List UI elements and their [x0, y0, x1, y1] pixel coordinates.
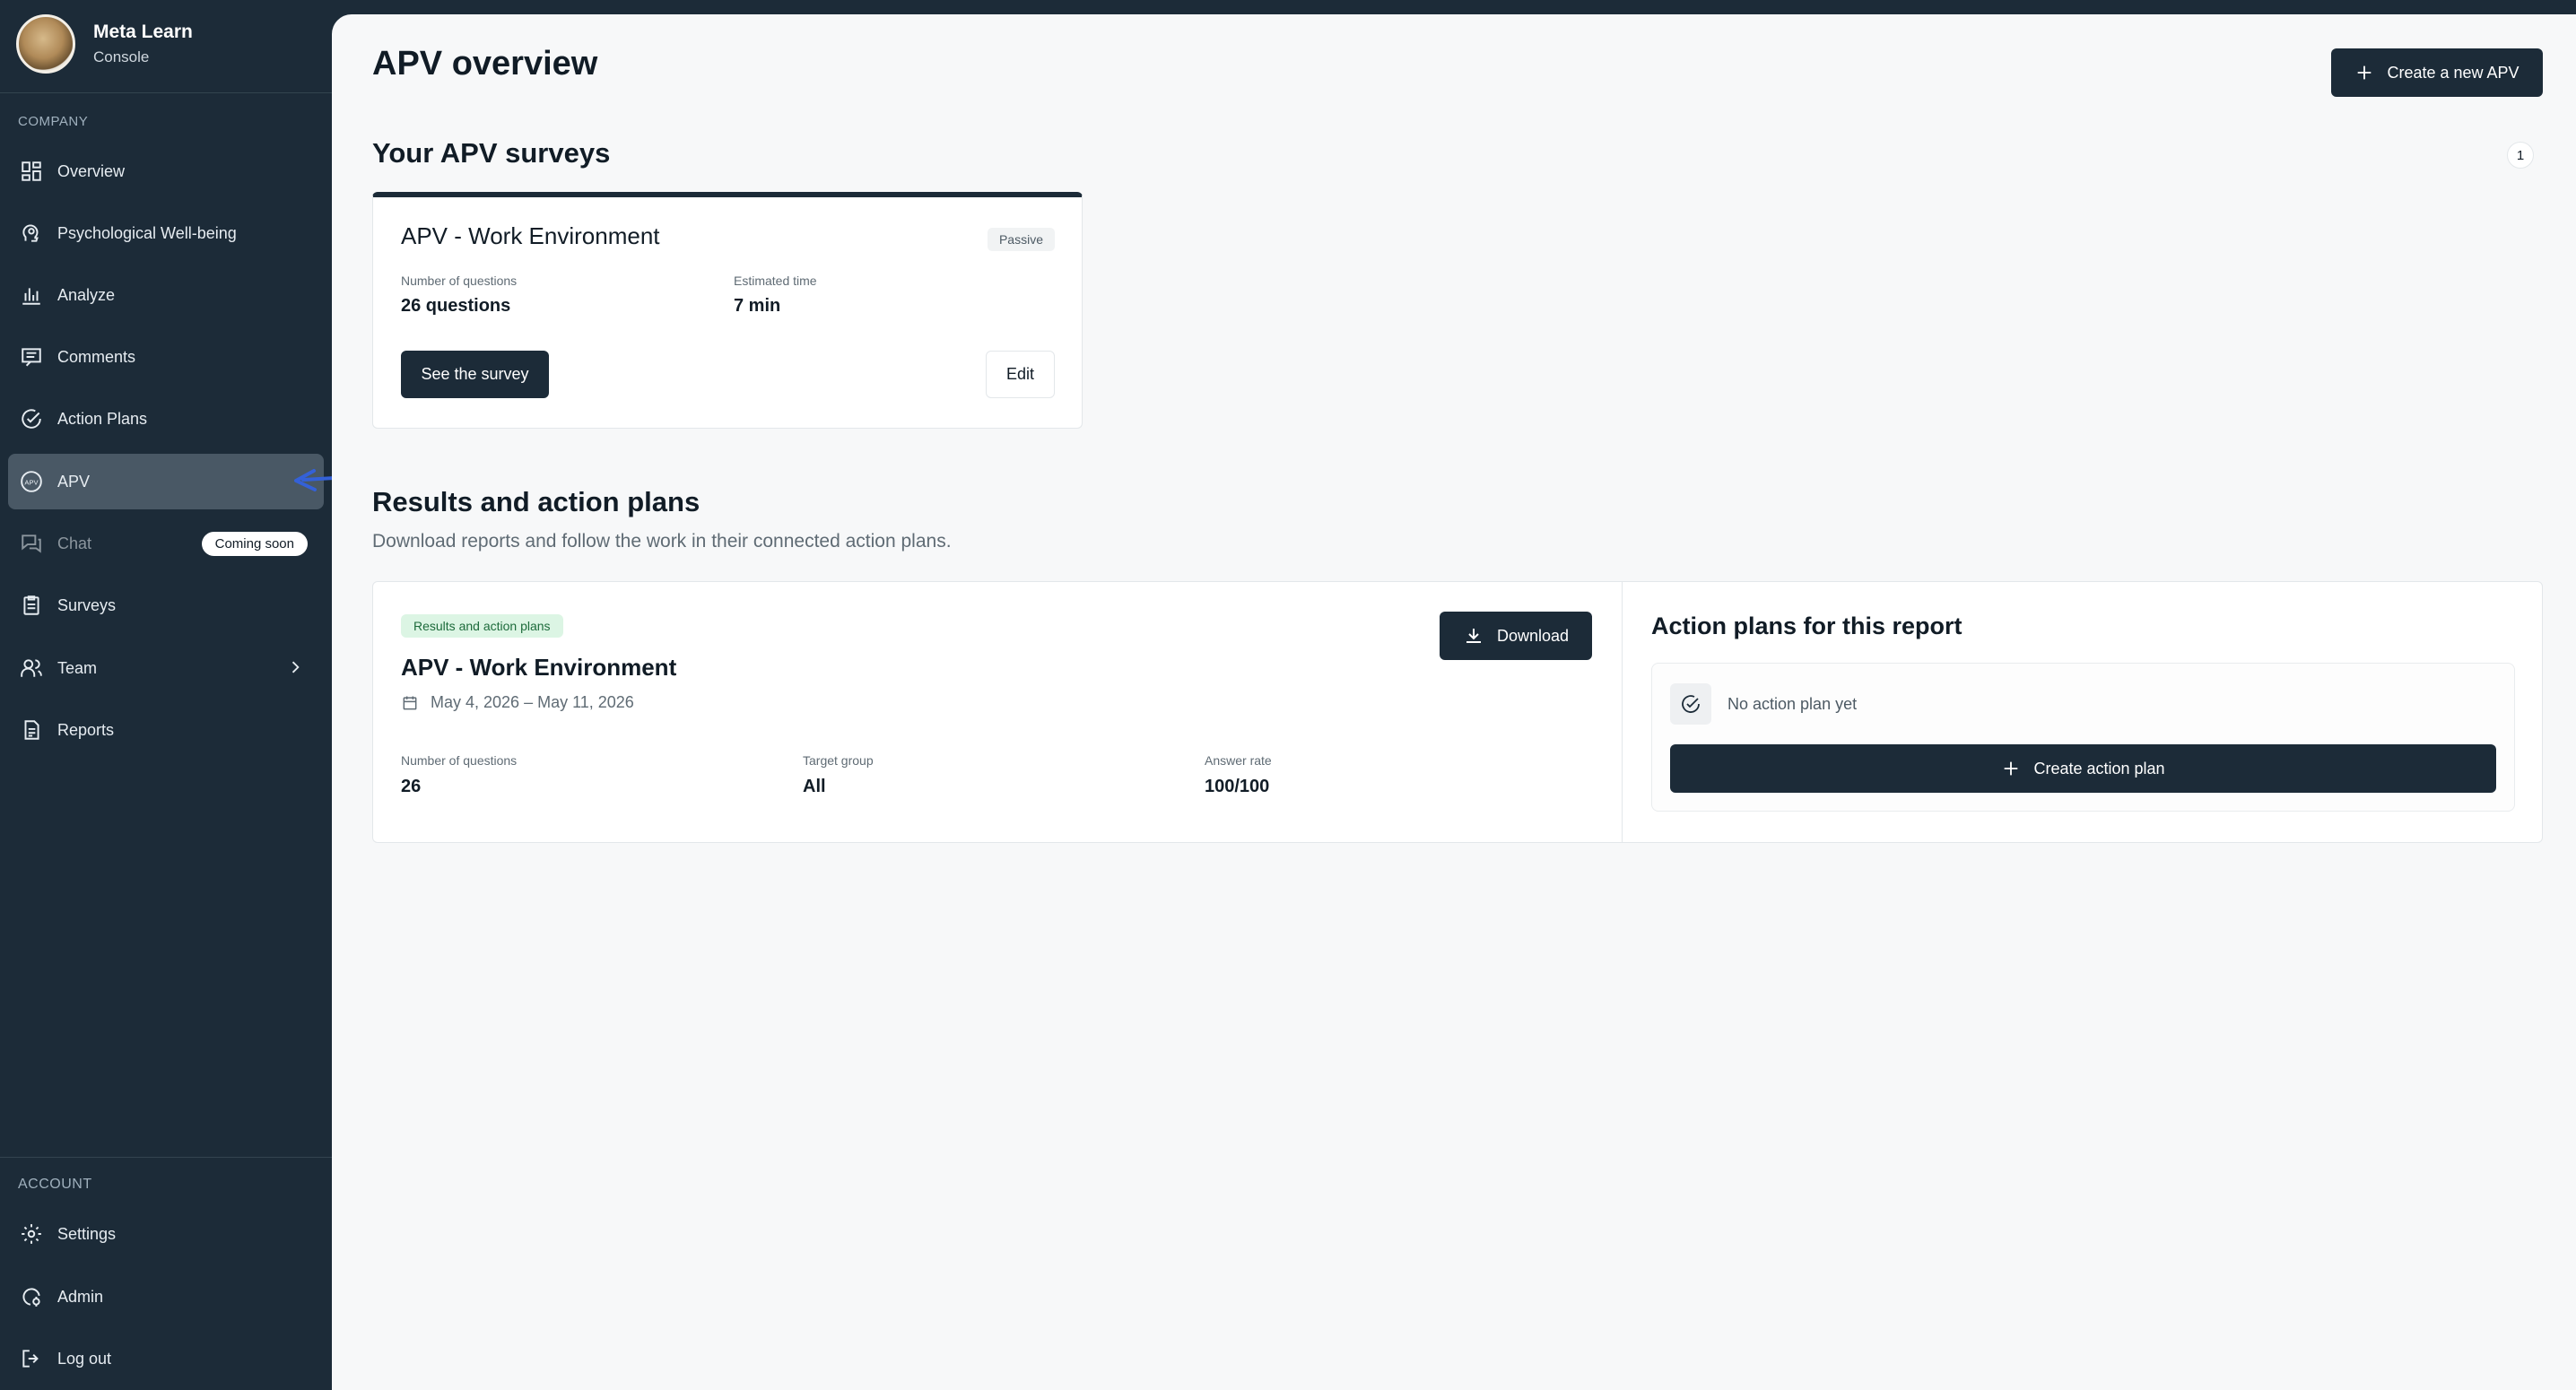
sidebar-item-label: Psychological Well-being [57, 223, 237, 242]
answer-rate-label: Answer rate [1205, 753, 1272, 768]
target-group-label: Target group [803, 753, 874, 768]
main-content: APV overview Create a new APV Your APV s… [332, 14, 2576, 1390]
section-label-account: ACCOUNT [18, 1177, 92, 1192]
action-plans-panel: Action plans for this report No action p… [1622, 582, 2543, 842]
plus-icon [2005, 761, 2018, 776]
survey-card: APV - Work Environment Passive Number of… [372, 192, 1083, 429]
sidebar-item-admin[interactable]: Admin [8, 1269, 324, 1325]
status-badge: Passive [987, 228, 1055, 251]
sidebar-item-label: Admin [57, 1287, 104, 1306]
see-survey-button[interactable]: See the survey [401, 351, 549, 398]
sidebar-item-label: Team [57, 658, 98, 677]
calendar-icon [403, 696, 417, 709]
brand-logo [16, 14, 75, 74]
survey-count-badge: 1 [2507, 142, 2534, 169]
sidebar-item-label: Surveys [57, 595, 117, 614]
document-icon [20, 718, 43, 742]
sidebar-item-settings[interactable]: Settings [8, 1206, 324, 1262]
sidebar-item-team[interactable]: Team [8, 640, 324, 696]
sidebar-item-comments[interactable]: Comments [8, 329, 324, 385]
sidebar-item-label: Chat [57, 534, 92, 552]
sidebar-item-apv[interactable]: APV APV [8, 454, 324, 509]
create-new-apv-button[interactable]: Create a new APV [2331, 48, 2543, 97]
report-tag: Results and action plans [401, 614, 563, 638]
check-circle-icon [20, 407, 43, 430]
brand[interactable]: Meta Learn Console [16, 13, 193, 75]
download-button[interactable]: Download [1440, 612, 1592, 660]
bar-chart-icon [20, 283, 43, 307]
chevron-right-icon [286, 658, 304, 681]
gear-icon [20, 1222, 43, 1246]
sidebar-item-label: Overview [57, 161, 126, 180]
edit-button[interactable]: Edit [986, 351, 1055, 398]
sidebar-item-label: Action Plans [57, 409, 148, 428]
empty-state: No action plan yet [1670, 683, 1857, 725]
questions-label: Number of questions [401, 274, 518, 288]
sidebar-item-label: Log out [57, 1349, 112, 1368]
questions-value: 26 questions [401, 296, 511, 316]
sidebar-item-logout[interactable]: Log out [8, 1331, 324, 1386]
svg-text:APV: APV [24, 478, 39, 486]
sidebar-item-overview[interactable]: Overview [8, 143, 324, 199]
admin-icon [20, 1285, 43, 1308]
sidebar-item-reports[interactable]: Reports [8, 702, 324, 758]
head-icon [20, 222, 43, 245]
brand-name: Meta Learn [93, 22, 193, 42]
sidebar-item-label: Settings [57, 1224, 117, 1243]
sidebar-item-surveys[interactable]: Surveys [8, 578, 324, 633]
time-value: 7 min [734, 296, 781, 316]
create-action-plan-button[interactable]: Create action plan [1670, 744, 2496, 793]
report-date-range: May 4, 2026 – May 11, 2026 [401, 693, 634, 712]
sidebar-item-label: Analyze [57, 285, 116, 304]
sidebar-item-label: APV [57, 472, 91, 491]
survey-title: APV - Work Environment [401, 222, 660, 249]
sidebar: Meta Learn Console COMPANY Overview Psyc… [0, 0, 332, 1390]
action-plans-title: Action plans for this report [1651, 612, 1962, 639]
results-section-subtitle: Download reports and follow the work in … [372, 531, 952, 552]
comment-icon [20, 345, 43, 369]
clipboard-icon [20, 594, 43, 617]
surveys-section-title: Your APV surveys [372, 137, 611, 169]
time-label: Estimated time [734, 274, 817, 288]
sidebar-divider [0, 92, 332, 93]
report-questions-value: 26 [401, 777, 422, 796]
users-icon [20, 656, 43, 680]
answer-rate-value: 100/100 [1205, 777, 1270, 796]
empty-state-text: No action plan yet [1727, 694, 1858, 713]
sidebar-item-analyze[interactable]: Analyze [8, 267, 324, 323]
apv-icon: APV [20, 470, 43, 493]
action-plans-box: No action plan yet Create action plan [1651, 663, 2515, 812]
sidebar-item-label: Comments [57, 347, 136, 366]
chat-icon [20, 532, 43, 555]
check-circle-icon [1670, 683, 1711, 725]
sidebar-item-action-plans[interactable]: Action Plans [8, 391, 324, 447]
brand-subtitle: Console [93, 48, 150, 65]
plus-icon [2358, 65, 2371, 80]
coming-soon-badge: Coming soon [201, 532, 308, 556]
report-title: APV - Work Environment [401, 654, 677, 681]
logout-icon [20, 1347, 43, 1370]
sidebar-item-label: Reports [57, 720, 115, 739]
sidebar-divider [0, 1157, 332, 1158]
sidebar-item-psychological-wellbeing[interactable]: Psychological Well-being [8, 205, 324, 261]
results-section-title: Results and action plans [372, 486, 701, 517]
report-details: Results and action plans APV - Work Envi… [373, 582, 1622, 842]
grid-icon [20, 160, 43, 183]
report-card: Results and action plans APV - Work Envi… [372, 581, 2543, 843]
section-label-company: COMPANY [18, 114, 89, 129]
target-group-value: All [803, 777, 826, 796]
report-questions-label: Number of questions [401, 753, 518, 768]
page-title: APV overview [372, 45, 598, 83]
download-icon [1466, 629, 1481, 643]
